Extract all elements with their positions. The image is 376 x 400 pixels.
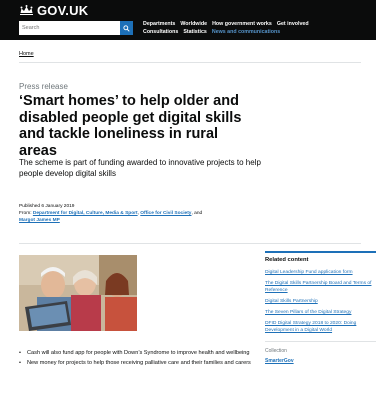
- collection-label: Collection: [265, 348, 287, 354]
- article-photo: [19, 255, 137, 331]
- lede-summary: The scheme is part of funding awarded to…: [19, 158, 261, 178]
- main-nav: Departments Worldwide How government wor…: [143, 20, 373, 36]
- nav-statistics[interactable]: Statistics: [183, 28, 207, 36]
- person-link-margot-james[interactable]: Margot James MP: [19, 218, 60, 223]
- from-label: From:: [19, 211, 32, 216]
- crown-icon: [20, 5, 33, 15]
- org-link-ocs[interactable]: Office for Civil Society: [140, 211, 191, 216]
- related-accent-bar: [265, 251, 376, 253]
- related-content-sidebar: Related content Digital Leadership Fund …: [265, 251, 376, 364]
- page-title: ‘Smart homes’ to help older and disabled…: [19, 93, 242, 159]
- related-link-skills-partnership-board[interactable]: The Digital Skills Partnership Board and…: [265, 280, 375, 294]
- list-item: Cash will also fund app for people with …: [19, 350, 259, 358]
- search-box: [19, 21, 133, 35]
- search-input[interactable]: [19, 21, 120, 35]
- site-header: GOV.UK Departments Worldwide How governm…: [0, 0, 376, 40]
- content-divider: [19, 243, 361, 244]
- related-links: Digital Leadership Fund application form…: [265, 269, 376, 334]
- publication-metadata: Published 6 January 2019 From: Departmen…: [19, 203, 259, 224]
- nav-row-2: Consultations Statistics News and commun…: [143, 28, 373, 36]
- nav-news-and-communications[interactable]: News and communications: [212, 28, 280, 36]
- search-button[interactable]: [120, 21, 133, 35]
- nav-worldwide[interactable]: Worldwide: [180, 20, 207, 28]
- related-link-seven-pillars[interactable]: The Seven Pillars of the Digital Strateg…: [265, 309, 376, 316]
- breadcrumb-home[interactable]: Home: [19, 51, 34, 57]
- from-and: and: [194, 211, 203, 216]
- related-divider: [265, 341, 376, 342]
- org-link-dcms[interactable]: Department for Digital, Culture, Media &…: [33, 211, 138, 216]
- from-line: From: Department for Digital, Culture, M…: [19, 211, 203, 216]
- older-people-with-laptop-image: [19, 255, 137, 331]
- key-points-list: Cash will also fund app for people with …: [19, 350, 259, 369]
- related-link-digital-leadership-fund[interactable]: Digital Leadership Fund application form: [265, 269, 376, 276]
- search-icon: [123, 24, 130, 32]
- nav-how-government-works[interactable]: How government works: [212, 20, 272, 28]
- logo-text: GOV.UK: [37, 3, 89, 18]
- published-date: Published 6 January 2019: [19, 204, 75, 209]
- nav-departments[interactable]: Departments: [143, 20, 175, 28]
- collection-link-smartergov[interactable]: SmarterGov: [265, 358, 376, 364]
- breadcrumb-divider: [19, 62, 361, 63]
- nav-row-1: Departments Worldwide How government wor…: [143, 20, 373, 28]
- nav-consultations[interactable]: Consultations: [143, 28, 178, 36]
- govuk-logo[interactable]: GOV.UK: [19, 3, 88, 18]
- related-content-heading: Related content: [265, 257, 309, 263]
- document-type-label: Press release: [19, 82, 68, 91]
- related-link-skills-partnership[interactable]: Digital Skills Partnership: [265, 298, 376, 305]
- related-link-dfid-strategy[interactable]: DFID Digital Strategy 2018 to 2020: Doin…: [265, 320, 375, 334]
- list-item: New money for projects to help those rec…: [19, 360, 259, 368]
- nav-get-involved[interactable]: Get involved: [277, 20, 309, 28]
